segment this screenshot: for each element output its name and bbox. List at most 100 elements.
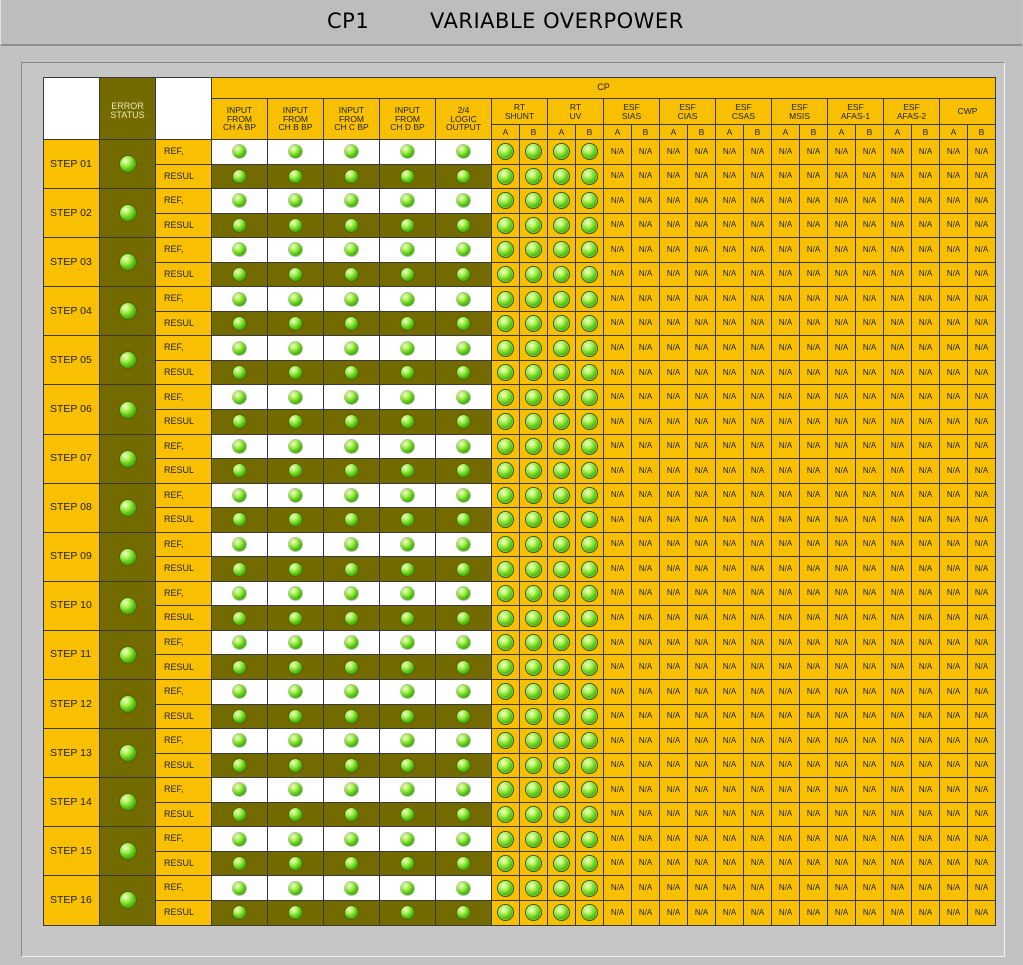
rt-indicator-cell	[575, 556, 604, 582]
na-cell: N/A	[967, 261, 996, 288]
na-cell: N/A	[659, 188, 688, 214]
na-cell: N/A	[827, 261, 856, 288]
na-cell: N/A	[771, 703, 800, 730]
na-value: N/A	[694, 858, 709, 868]
na-cell: N/A	[715, 703, 744, 730]
na-value: N/A	[750, 882, 765, 892]
channel-b-header: B	[519, 124, 548, 140]
na-value: N/A	[778, 882, 793, 892]
rt-indicator-cell	[547, 777, 576, 803]
na-value: N/A	[610, 612, 625, 622]
na-value: N/A	[890, 539, 905, 549]
rt-indicator-cell	[519, 605, 548, 631]
input-indicator-cell	[379, 801, 436, 828]
input-indicator-cell	[435, 163, 492, 190]
na-cell: N/A	[715, 850, 744, 877]
na-value: N/A	[722, 293, 737, 303]
green-led-indicator-icon	[582, 340, 597, 356]
input-indicator-cell	[323, 654, 380, 681]
na-cell: N/A	[827, 310, 856, 337]
green-led-indicator-icon	[345, 709, 358, 723]
green-led-indicator-icon	[457, 439, 470, 453]
na-cell: N/A	[827, 629, 856, 656]
na-value: N/A	[946, 441, 961, 451]
na-value: N/A	[862, 195, 877, 205]
na-cell: N/A	[687, 212, 716, 239]
na-cell: N/A	[911, 507, 940, 533]
na-cell: N/A	[799, 728, 828, 754]
green-led-indicator-icon	[345, 145, 358, 159]
green-led-indicator-icon	[119, 892, 136, 909]
na-value: N/A	[666, 882, 681, 892]
na-value: N/A	[750, 588, 765, 598]
na-cell: N/A	[883, 482, 912, 509]
na-value: N/A	[722, 612, 737, 622]
na-value: N/A	[834, 563, 849, 573]
na-cell: N/A	[939, 679, 968, 705]
na-value: N/A	[722, 907, 737, 917]
green-led-indicator-icon	[554, 365, 569, 381]
na-value: N/A	[834, 760, 849, 770]
green-led-indicator-icon	[498, 561, 513, 577]
step-label-text: STEP 12	[50, 697, 92, 710]
green-led-indicator-icon	[457, 562, 470, 576]
rt-indicator-cell	[519, 703, 548, 730]
error-status-cell	[99, 728, 156, 779]
group-header-label: ESF CIAS	[677, 101, 698, 121]
row-label-text: REF,	[164, 784, 184, 795]
na-value: N/A	[750, 858, 765, 868]
na-cell: N/A	[883, 237, 912, 263]
na-cell: N/A	[827, 654, 856, 681]
input-indicator-cell	[267, 826, 324, 852]
na-cell: N/A	[631, 409, 660, 435]
input-indicator-cell	[435, 899, 492, 926]
input-indicator-cell	[267, 629, 324, 656]
green-led-indicator-icon	[582, 880, 597, 896]
na-value: N/A	[610, 293, 625, 303]
na-value: N/A	[946, 220, 961, 230]
na-value: N/A	[722, 367, 737, 377]
green-led-indicator-icon	[233, 709, 246, 723]
input-indicator-cell	[267, 605, 324, 631]
na-value: N/A	[806, 318, 821, 328]
na-cell: N/A	[883, 433, 912, 460]
na-cell: N/A	[799, 335, 828, 361]
green-led-indicator-icon	[119, 548, 136, 565]
na-value: N/A	[666, 441, 681, 451]
green-led-indicator-icon	[233, 169, 246, 183]
na-value: N/A	[806, 858, 821, 868]
green-led-indicator-icon	[554, 217, 569, 233]
na-value: N/A	[666, 244, 681, 254]
na-value: N/A	[834, 269, 849, 279]
na-cell: N/A	[939, 261, 968, 288]
na-cell: N/A	[771, 752, 800, 779]
na-cell: N/A	[743, 801, 772, 828]
input-indicator-cell	[435, 458, 492, 484]
na-cell: N/A	[603, 286, 632, 312]
input-indicator-cell	[435, 629, 492, 656]
na-value: N/A	[638, 244, 653, 254]
channel-label: A	[614, 126, 621, 137]
na-value: N/A	[974, 220, 989, 230]
input-indicator-cell	[267, 875, 324, 901]
input-indicator-cell	[379, 163, 436, 190]
row-label-result: RESUL	[155, 310, 212, 337]
row-label-result: RESUL	[155, 261, 212, 288]
na-value: N/A	[974, 637, 989, 647]
na-cell: N/A	[855, 286, 884, 312]
na-value: N/A	[778, 711, 793, 721]
input-indicator-cell	[379, 629, 436, 656]
green-led-indicator-icon	[457, 366, 470, 380]
rt-indicator-cell	[491, 384, 520, 411]
na-value: N/A	[946, 293, 961, 303]
na-cell: N/A	[715, 875, 744, 901]
green-led-indicator-icon	[582, 291, 597, 307]
na-cell: N/A	[939, 556, 968, 582]
na-cell: N/A	[883, 899, 912, 926]
na-value: N/A	[666, 195, 681, 205]
green-led-indicator-icon	[457, 194, 470, 208]
green-led-indicator-icon	[401, 881, 414, 895]
na-cell: N/A	[631, 482, 660, 509]
rt-indicator-cell	[575, 777, 604, 803]
rt-indicator-cell	[575, 679, 604, 705]
